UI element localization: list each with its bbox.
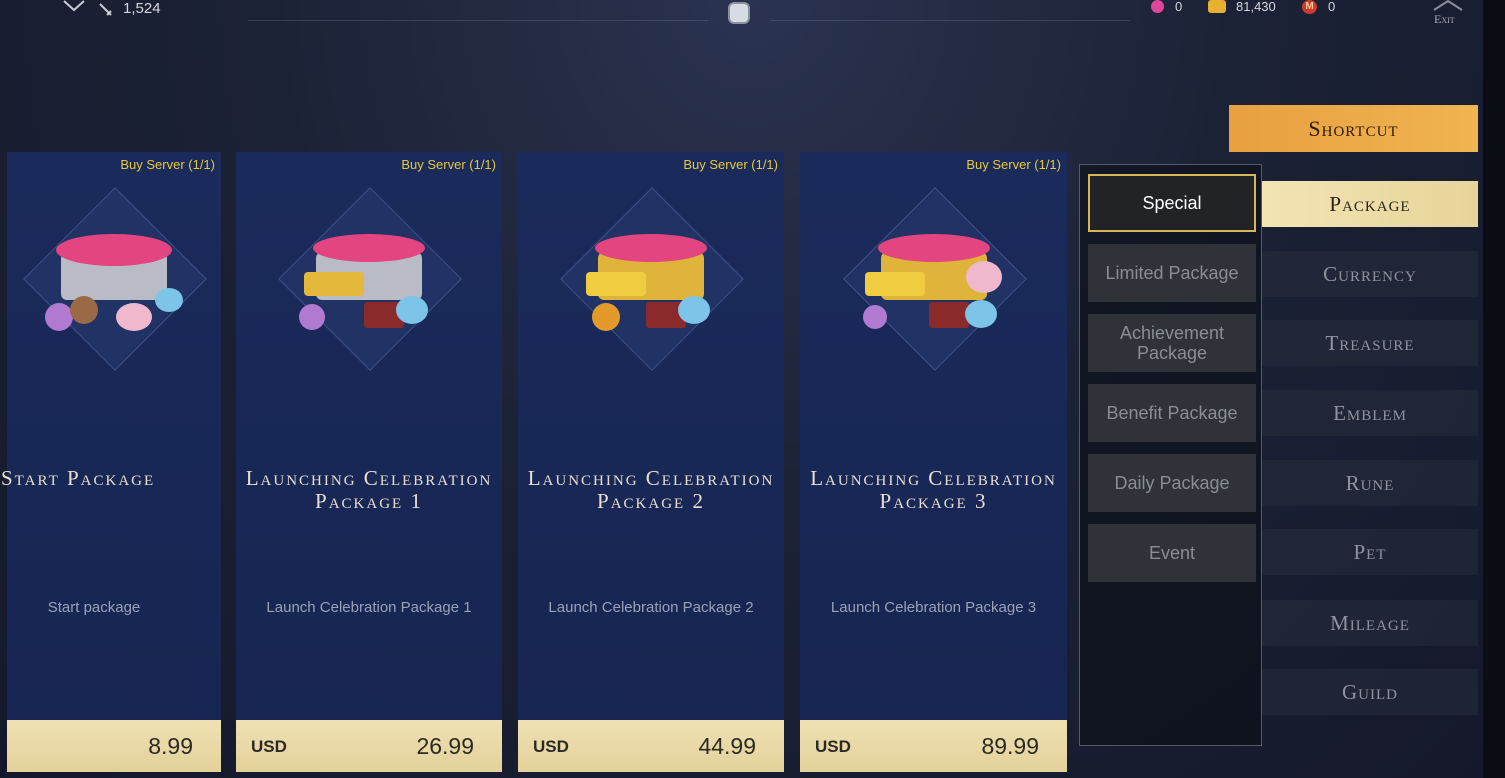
category-benefit-package[interactable]: Benefit Package bbox=[1088, 384, 1256, 442]
top-bar: 1,524 0 81,430 M 0 Exit bbox=[0, 0, 1505, 30]
package-description: Start package bbox=[47, 599, 141, 616]
buy-limit: Buy Server (1/1) bbox=[120, 157, 215, 172]
tab-treasure[interactable]: Treasure bbox=[1262, 320, 1478, 366]
sword-icon bbox=[99, 3, 112, 16]
combat-power-value: 1,524 bbox=[123, 0, 161, 17]
treasure-chest-icon bbox=[299, 234, 428, 330]
buy-limit: Buy Server (1/1) bbox=[683, 157, 778, 172]
buy-limit: Buy Server (1/1) bbox=[401, 157, 496, 172]
gold-coin-icon bbox=[1208, 0, 1226, 13]
price-value: 8.99 bbox=[148, 733, 193, 759]
rank-chevron-icon bbox=[63, 0, 85, 12]
mileage-count: 0 bbox=[1328, 0, 1336, 14]
shortcut-button[interactable]: Shortcut bbox=[1229, 105, 1478, 152]
package-description: Launch Celebration Package 1 bbox=[266, 599, 472, 616]
price-button[interactable]: USD 26.99 bbox=[236, 720, 502, 772]
package-description: Launch Celebration Package 3 bbox=[830, 599, 1037, 616]
price-button[interactable]: USD 89.99 bbox=[800, 720, 1067, 772]
top-divider-left bbox=[248, 20, 708, 21]
exit-button[interactable]: Exit bbox=[1426, 0, 1470, 30]
gold-coin-count: 81,430 bbox=[1236, 0, 1276, 14]
package-card[interactable]: Buy Server (1/1) Start Package Start pac… bbox=[1, 152, 221, 772]
category-panel: Special Limited Package Achievement Pack… bbox=[1079, 164, 1262, 746]
price-value: 89.99 bbox=[981, 733, 1039, 759]
shortcut-label: Shortcut bbox=[1308, 115, 1399, 141]
price-currency: USD bbox=[251, 737, 287, 756]
emblem-icon bbox=[728, 2, 750, 24]
tab-currency[interactable]: Currency bbox=[1262, 251, 1478, 297]
treasure-chest-icon bbox=[862, 234, 1002, 329]
category-event[interactable]: Event bbox=[1088, 524, 1256, 582]
pink-gem-count: 0 bbox=[1175, 0, 1183, 14]
tab-emblem[interactable]: Emblem bbox=[1262, 390, 1478, 436]
treasure-chest-icon bbox=[586, 234, 710, 331]
package-card[interactable]: Buy Server (1/1) Launching Celebration P… bbox=[518, 152, 784, 772]
package-title: Start Package bbox=[1, 466, 156, 490]
package-card[interactable]: Buy Server (1/1) Launching Celebration P… bbox=[800, 152, 1067, 772]
screen-edge bbox=[1483, 0, 1505, 778]
price-value: 44.99 bbox=[698, 733, 756, 759]
tab-rune[interactable]: Rune bbox=[1262, 460, 1478, 506]
treasure-chest-icon bbox=[45, 234, 183, 331]
tab-pet[interactable]: Pet bbox=[1262, 529, 1478, 575]
exit-chevron-icon bbox=[1433, 0, 1463, 11]
package-card[interactable]: Buy Server (1/1) Launching Celebration P… bbox=[236, 152, 502, 772]
mileage-m-icon: M bbox=[1302, 0, 1317, 14]
price-currency: USD bbox=[815, 737, 851, 756]
package-description: Launch Celebration Package 2 bbox=[548, 599, 754, 616]
price-currency: USD bbox=[533, 737, 569, 756]
package-title: Launching Celebration Package 2 bbox=[527, 466, 775, 513]
category-limited-package[interactable]: Limited Package bbox=[1088, 244, 1256, 302]
tab-guild[interactable]: Guild bbox=[1262, 669, 1478, 715]
package-title: Launching Celebration Package 1 bbox=[245, 466, 493, 513]
category-daily-package[interactable]: Daily Package bbox=[1088, 454, 1256, 512]
price-button[interactable]: USD 44.99 bbox=[518, 720, 784, 772]
price-value: 26.99 bbox=[416, 733, 474, 759]
package-title: Launching Celebration Package 3 bbox=[810, 466, 1057, 513]
category-special[interactable]: Special bbox=[1088, 174, 1256, 232]
top-divider-right bbox=[770, 20, 1130, 21]
price-button[interactable]: 8.99 bbox=[7, 720, 221, 772]
buy-limit: Buy Server (1/1) bbox=[966, 157, 1061, 172]
exit-label: Exit bbox=[1434, 12, 1455, 26]
tab-package[interactable]: Package bbox=[1262, 181, 1478, 227]
tab-mileage[interactable]: Mileage bbox=[1262, 600, 1478, 646]
category-achievement-package[interactable]: Achievement Package bbox=[1088, 314, 1256, 372]
pink-gem-icon bbox=[1151, 0, 1164, 13]
